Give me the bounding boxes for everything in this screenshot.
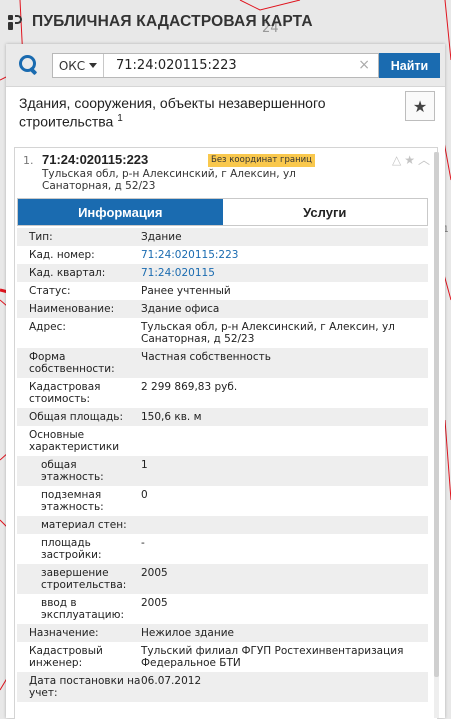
property-value: Здание <box>141 231 182 243</box>
property-label: Основные характеристики <box>29 429 120 453</box>
search-icon[interactable] <box>18 54 40 76</box>
property-label: Кад. квартал: <box>29 267 106 279</box>
property-value-link[interactable]: 71:24:020115:223 <box>141 246 428 264</box>
clear-icon[interactable]: × <box>358 58 370 72</box>
object-type-value: ОКС <box>58 58 86 73</box>
property-row: площадь застройки: - <box>17 534 428 564</box>
property-row: Кад. номер: 71:24:020115:223 <box>17 246 428 264</box>
property-label: Кадастровый инженер: <box>29 645 103 669</box>
property-value <box>141 426 428 456</box>
property-value: Частная собственность <box>141 351 271 363</box>
result-card: 1. 71:24:020115:223 Без координат границ… <box>14 147 438 719</box>
property-value: 06.07.2012 <box>141 675 202 687</box>
warning-icon[interactable]: △ <box>392 153 401 167</box>
property-label: Адрес: <box>29 321 66 333</box>
scrollbar[interactable] <box>434 152 439 718</box>
property-row: Кадастровая стоимость: 2 299 869,83 руб. <box>17 378 428 408</box>
rosreestr-logo-icon <box>6 12 26 32</box>
property-value: 1 <box>141 459 148 471</box>
property-label: Кадастровая стоимость: <box>29 381 101 405</box>
search-panel: ОКС × Найти Здания, сооружения, объекты … <box>6 44 445 719</box>
property-row: Статус: Ранее учтенный <box>17 282 428 300</box>
property-row: Наименование: Здание офиса <box>17 300 428 318</box>
search-field: ОКС × <box>52 53 379 78</box>
search-input[interactable] <box>116 55 356 76</box>
property-value: Здание офиса <box>141 303 220 315</box>
results-count: 1 <box>117 113 123 124</box>
tab-information[interactable]: Информация <box>18 199 223 225</box>
results-title: Здания, сооружения, объекты незавершенно… <box>19 95 364 130</box>
card-index: 1. <box>23 154 34 167</box>
card-address: Тульская обл, р-н Алексинский, г Алексин… <box>42 168 296 192</box>
property-label: Общая площадь: <box>29 411 124 423</box>
property-row: Тип: Здание <box>17 228 428 246</box>
property-label: Наименование: <box>29 303 115 315</box>
property-row: Кад. квартал: 71:24:020115 <box>17 264 428 282</box>
property-label: ввод в эксплуатацию: <box>41 597 125 621</box>
properties-table: Тип: Здание Кад. номер: 71:24:020115:223 Кад… <box>17 228 428 702</box>
app-title: ПУБЛИЧНАЯ КАДАСТРОВАЯ КАРТА <box>32 13 313 30</box>
property-row: подземная этажность: 0 <box>17 486 428 516</box>
property-label: завершение строительства: <box>41 567 127 591</box>
property-row: общая этажность: 1 <box>17 456 428 486</box>
property-value-link[interactable]: 71:24:020115 <box>141 264 428 282</box>
property-value: 2005 <box>141 567 168 579</box>
property-label: Дата постановки на учет: <box>29 675 141 699</box>
property-label: площадь застройки: <box>41 537 102 561</box>
property-value: 0 <box>141 489 148 501</box>
search-bar: ОКС × Найти <box>6 44 445 87</box>
property-label: материал стен: <box>41 519 127 531</box>
property-row: Форма собственности: Частная собственност… <box>17 348 428 378</box>
property-value: Тульская обл, р-н Алексинский, г Алексин… <box>141 321 395 345</box>
property-value: Нежилое здание <box>141 627 234 639</box>
chevron-down-icon <box>89 63 98 68</box>
star-icon[interactable]: ★ <box>404 153 415 167</box>
scrollbar-thumb[interactable] <box>434 152 439 677</box>
property-row: Кадастровый инженер: Тульский филиал ФГУП… <box>17 642 428 672</box>
property-row: завершение строительства: 2005 <box>17 564 428 594</box>
app-header: ПУБЛИЧНАЯ КАДАСТРОВАЯ КАРТА <box>0 0 451 44</box>
favorite-button[interactable]: ★ <box>405 91 435 121</box>
chevron-up-icon[interactable]: ︿ <box>418 151 430 168</box>
star-icon: ★ <box>412 96 428 116</box>
property-value: Ранее учтенный <box>141 285 231 297</box>
card-tabs: Информация Услуги <box>17 198 428 226</box>
property-value: Тульский филиал ФГУП Ростехинвентаризаци… <box>141 645 404 669</box>
property-row: Основные характеристики <box>17 426 428 456</box>
property-label: Статус: <box>29 285 71 297</box>
property-row: Дата постановки на учет: 06.07.2012 <box>17 672 428 702</box>
property-row: материал стен: <box>17 516 428 534</box>
property-label: Тип: <box>29 231 53 243</box>
property-value: - <box>141 537 145 549</box>
property-label: Кад. номер: <box>29 249 95 261</box>
property-label: Форма собственности: <box>29 351 115 375</box>
property-value <box>141 516 428 534</box>
property-label: общая этажность: <box>41 459 104 483</box>
property-row: ввод в эксплуатацию: 2005 <box>17 594 428 624</box>
property-row: Общая площадь: 150,6 кв. м <box>17 408 428 426</box>
status-badge: Без координат границ <box>208 154 315 167</box>
results-title-text: Здания, сооружения, объекты незавершенно… <box>19 95 326 130</box>
property-value: 150,6 кв. м <box>141 411 202 423</box>
property-row: Адрес: Тульская обл, р-н Алексинский, г А… <box>17 318 428 348</box>
property-row: Назначение: Нежилое здание <box>17 624 428 642</box>
property-label: Назначение: <box>29 627 99 639</box>
card-actions: △ ★ ︿ <box>392 151 430 168</box>
property-value: 2 299 869,83 руб. <box>141 381 238 393</box>
property-label: подземная этажность: <box>41 489 104 513</box>
card-cadastral-number[interactable]: 71:24:020115:223 <box>42 152 148 167</box>
find-button[interactable]: Найти <box>379 53 440 78</box>
property-value: 2005 <box>141 597 168 609</box>
object-type-select[interactable]: ОКС <box>53 54 104 77</box>
tab-services[interactable]: Услуги <box>222 199 427 225</box>
